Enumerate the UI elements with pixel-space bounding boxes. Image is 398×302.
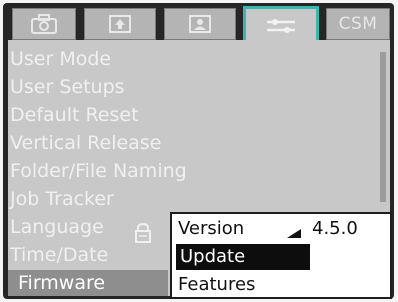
menu-item-language[interactable]: Language (10, 214, 104, 240)
tab-csm-label: CSM (338, 14, 378, 34)
firmware-submenu: Version 4.5.0 Update Features (170, 212, 392, 299)
tab-csm[interactable]: CSM (326, 8, 390, 40)
menu-item-time-date[interactable]: Time/Date (10, 242, 108, 268)
user-icon (187, 13, 213, 35)
tab-upload[interactable] (84, 8, 156, 40)
camera-icon (29, 13, 59, 35)
menu-item-user-setups[interactable]: User Setups (10, 74, 125, 100)
tab-user[interactable] (164, 8, 236, 40)
features-button[interactable]: Features (178, 272, 255, 298)
upload-icon (107, 13, 133, 35)
arrow-icon (287, 224, 301, 243)
menu-scrollbar[interactable] (380, 52, 386, 202)
update-button[interactable]: Update (176, 244, 310, 270)
menu-item-folder-file-naming[interactable]: Folder/File Naming (10, 158, 187, 184)
tab-settings[interactable] (243, 6, 319, 42)
version-value: 4.5.0 (312, 218, 358, 239)
wrench-settings-icon (263, 16, 299, 36)
menu-item-vertical-release[interactable]: Vertical Release (10, 130, 161, 156)
menu-item-firmware[interactable]: Firmware (8, 270, 168, 296)
lock-icon (134, 222, 152, 248)
menu-item-default-reset[interactable]: Default Reset (10, 102, 139, 128)
version-label: Version (178, 218, 245, 239)
device-screen: CSM User Mode User Setups Default Reset … (0, 0, 398, 302)
menu-item-user-mode[interactable]: User Mode (10, 46, 111, 72)
tab-camera[interactable] (12, 8, 76, 40)
menu-item-job-tracker[interactable]: Job Tracker (10, 186, 114, 212)
